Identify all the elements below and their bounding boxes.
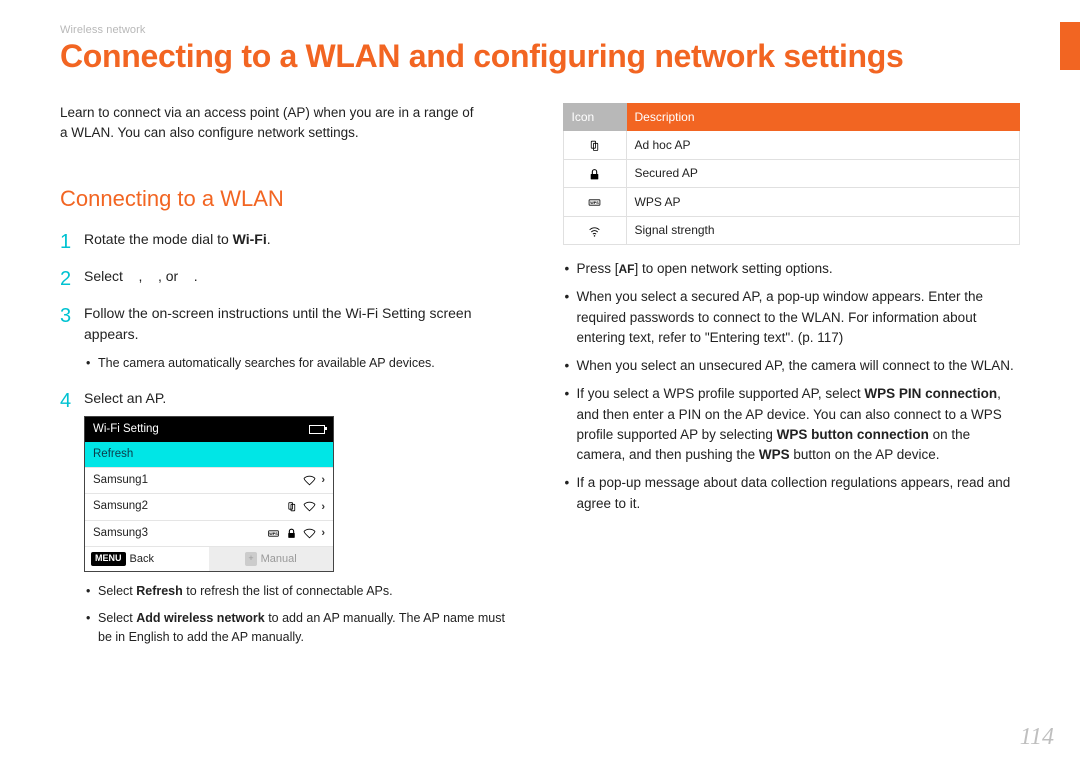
battery-icon [309, 425, 325, 434]
wifi-footer-back[interactable]: MENU Back [85, 547, 209, 572]
right-column: Icon Description Ad hoc AP Secured AP WP… [563, 103, 1021, 663]
post-box-bullet-2: Select Add wireless network to add an AP… [84, 609, 518, 647]
right-bullet-2: When you select a secured AP, a pop-up w… [563, 287, 1021, 348]
rb4-bold1: WPS PIN connection [864, 386, 997, 401]
chevron-right-icon: › [321, 525, 325, 542]
right-bullet-5: If a pop-up message about data collectio… [563, 473, 1021, 514]
postbox-1-post: to refresh the list of connectable APs. [183, 584, 393, 598]
option-icon-2 [146, 268, 158, 284]
menu-chip: MENU [91, 552, 126, 566]
svg-text:WPS: WPS [270, 532, 279, 536]
right-bullet-3: When you select an unsecured AP, the cam… [563, 356, 1021, 376]
icon-description-table: Icon Description Ad hoc AP Secured AP WP… [563, 103, 1021, 245]
chevron-right-icon: › [321, 472, 325, 489]
postbox-1-pre: Select [98, 584, 136, 598]
rb4-bold3: WPS [759, 447, 790, 462]
step-1: Rotate the mode dial to Wi-Fi. [60, 229, 518, 250]
option-icon-3 [182, 268, 194, 284]
td-desc-secured: Secured AP [626, 159, 1020, 188]
intro-paragraph: Learn to connect via an access point (AP… [60, 103, 480, 144]
wifi-refresh-row[interactable]: Refresh [85, 442, 333, 467]
breadcrumb: Wireless network [60, 24, 1020, 36]
step-3-bullet: The camera automatically searches for av… [84, 354, 518, 373]
table-row: Signal strength [563, 216, 1020, 245]
wps-icon: WPS [588, 196, 601, 209]
postbox-2-bold: Add wireless network [136, 611, 265, 625]
lock-icon [285, 527, 298, 540]
step-3-text: Follow the on-screen instructions until … [84, 305, 472, 342]
wifi-ap-row-2[interactable]: Samsung2 › [85, 493, 333, 519]
wifi-ap-name-2: Samsung2 [93, 498, 285, 515]
step-1-text-c: . [267, 231, 271, 247]
wifi-ap-row-3[interactable]: Samsung3 WPS › [85, 520, 333, 546]
step-2-sep-2: , or [158, 268, 182, 284]
adhoc-icon [588, 139, 601, 152]
rb1-b: ] to open network setting options. [635, 261, 833, 276]
wifi-footer-back-label: Back [130, 551, 154, 568]
wifi-ap-name-1: Samsung1 [93, 472, 303, 489]
td-desc-adhoc: Ad hoc AP [626, 131, 1020, 160]
table-row: WPS WPS AP [563, 188, 1020, 217]
th-description: Description [626, 104, 1020, 131]
signal-icon [303, 474, 316, 487]
signal-icon [588, 225, 601, 238]
rb4-bold2: WPS button connection [777, 427, 929, 442]
step-4: Select an AP. Wi-Fi Setting Refresh Sams… [60, 388, 518, 646]
wifi-footer-manual-label: Manual [261, 551, 297, 568]
right-bullet-4: If you select a WPS profile supported AP… [563, 384, 1021, 465]
post-box-bullet-1: Select Refresh to refresh the list of co… [84, 582, 518, 601]
table-row: Secured AP [563, 159, 1020, 188]
section-color-tab [1060, 22, 1080, 70]
right-bullet-1: Press [AF] to open network setting optio… [563, 259, 1021, 279]
steps-list: Rotate the mode dial to Wi-Fi. Select , … [60, 229, 518, 647]
signal-icon [303, 500, 316, 513]
step-4-text: Select an AP. [84, 390, 166, 406]
rb4-d: button on the AP device. [790, 447, 940, 462]
th-icon: Icon [563, 104, 626, 131]
signal-icon [303, 527, 316, 540]
option-icon-1 [127, 268, 139, 284]
svg-text:WPS: WPS [590, 201, 599, 205]
wifi-footer-manual[interactable]: + Manual [209, 547, 333, 572]
wifi-refresh-label: Refresh [93, 446, 325, 463]
step-3: Follow the on-screen instructions until … [60, 303, 518, 372]
lock-icon [588, 168, 601, 181]
plus-icon: + [245, 552, 256, 566]
td-desc-signal: Signal strength [626, 216, 1020, 245]
wifi-setting-screenshot: Wi-Fi Setting Refresh Samsung1 › [84, 416, 334, 573]
wifi-ap-name-3: Samsung3 [93, 525, 267, 542]
adhoc-icon [285, 500, 298, 513]
step-1-text-a: Rotate the mode dial to [84, 231, 233, 247]
step-2: Select , , or . [60, 266, 518, 287]
page-number: 114 [1020, 724, 1054, 751]
wifi-setting-header: Wi-Fi Setting [85, 417, 333, 442]
rb4-a: If you select a WPS profile supported AP… [577, 386, 865, 401]
wifi-mode-label: Wi-Fi [233, 231, 267, 247]
section-heading: Connecting to a WLAN [60, 182, 518, 215]
postbox-2-pre: Select [98, 611, 136, 625]
wps-icon: WPS [267, 527, 280, 540]
step-2-text-a: Select [84, 268, 127, 284]
postbox-1-bold: Refresh [136, 584, 183, 598]
chevron-right-icon: › [321, 499, 325, 516]
td-desc-wps: WPS AP [626, 188, 1020, 217]
table-row: Ad hoc AP [563, 131, 1020, 160]
af-button-label: AF [619, 260, 635, 278]
rb1-a: Press [ [577, 261, 619, 276]
step-2-text-d: . [194, 268, 198, 284]
left-column: Learn to connect via an access point (AP… [60, 103, 518, 663]
wifi-setting-title: Wi-Fi Setting [93, 421, 159, 438]
page-title: Connecting to a WLAN and configuring net… [60, 38, 1020, 75]
wifi-ap-row-1[interactable]: Samsung1 › [85, 467, 333, 493]
